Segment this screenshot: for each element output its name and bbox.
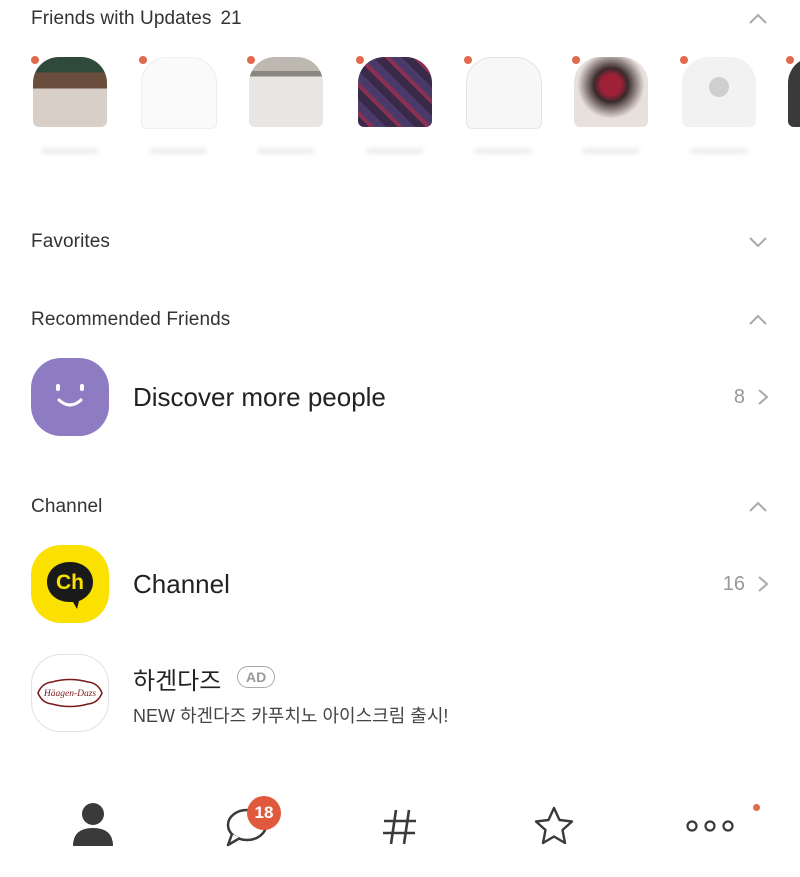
new-update-dot bbox=[464, 56, 472, 64]
ad-badge: AD bbox=[237, 666, 276, 688]
new-update-dot bbox=[139, 56, 147, 64]
update-item[interactable] bbox=[680, 52, 762, 172]
tab-favorites[interactable] bbox=[524, 790, 584, 860]
updates-carousel[interactable] bbox=[0, 52, 800, 192]
update-item[interactable] bbox=[464, 52, 546, 172]
discover-count: 8 bbox=[733, 386, 745, 408]
update-thumbnail bbox=[682, 57, 756, 127]
chevron-up-icon[interactable] bbox=[748, 499, 768, 515]
update-thumbnail bbox=[358, 57, 432, 127]
ad-name: 하겐다즈 bbox=[133, 668, 222, 695]
new-update-dot bbox=[356, 56, 364, 64]
chevron-right-icon bbox=[757, 388, 769, 406]
tab-more[interactable] bbox=[680, 790, 740, 860]
new-update-dot bbox=[247, 56, 255, 64]
tab-hashtag[interactable] bbox=[370, 790, 430, 860]
update-item[interactable] bbox=[572, 52, 654, 172]
favorites-title: Favorites bbox=[31, 231, 111, 252]
chevron-down-icon[interactable] bbox=[748, 234, 768, 250]
channel-label: Channel bbox=[133, 569, 230, 599]
updates-header[interactable]: Friends with Updates 21 bbox=[31, 4, 800, 34]
star-icon bbox=[534, 806, 574, 845]
channel-row[interactable]: Ch Channel 16 bbox=[0, 545, 800, 629]
more-new-dot bbox=[753, 804, 760, 811]
chevron-right-icon bbox=[757, 575, 769, 593]
update-thumbnail bbox=[141, 57, 217, 129]
channel-header[interactable]: Channel bbox=[31, 492, 800, 522]
new-update-dot bbox=[680, 56, 688, 64]
update-item[interactable] bbox=[247, 52, 329, 172]
discover-people-row[interactable]: Discover more people 8 bbox=[0, 358, 800, 442]
chevron-up-icon[interactable] bbox=[748, 11, 768, 27]
ad-description: NEW 하겐다즈 카푸치노 아이스크림 출시! bbox=[133, 706, 449, 726]
haagen-dazs-logo-text: Häagen-Dazs bbox=[43, 689, 97, 699]
discover-label: Discover more people bbox=[133, 382, 386, 412]
update-thumbnail bbox=[788, 57, 800, 127]
recommended-header[interactable]: Recommended Friends bbox=[31, 305, 800, 335]
more-dots-icon bbox=[686, 820, 734, 832]
update-item[interactable] bbox=[31, 52, 113, 172]
new-update-dot bbox=[786, 56, 794, 64]
smiley-face-icon bbox=[31, 358, 109, 436]
channel-title: Channel bbox=[31, 496, 103, 517]
channel-logo-text: Ch bbox=[56, 571, 84, 594]
new-update-dot bbox=[572, 56, 580, 64]
ad-row[interactable]: Häagen-Dazs 하겐다즈 AD NEW 하겐다즈 카푸치노 아이스크림 … bbox=[0, 654, 800, 738]
channel-count: 16 bbox=[722, 573, 745, 595]
channel-logo-icon: Ch bbox=[31, 545, 109, 623]
update-item[interactable] bbox=[356, 52, 438, 172]
update-item[interactable] bbox=[786, 52, 800, 172]
recommended-title: Recommended Friends bbox=[31, 309, 231, 330]
person-icon bbox=[73, 803, 113, 846]
update-item[interactable] bbox=[139, 52, 221, 172]
haagen-dazs-logo-icon: Häagen-Dazs bbox=[31, 654, 109, 732]
update-thumbnail bbox=[33, 57, 107, 127]
updates-count: 21 bbox=[220, 8, 242, 29]
favorites-header[interactable]: Favorites bbox=[31, 227, 800, 257]
update-thumbnail bbox=[249, 57, 323, 127]
updates-title: Friends with Updates bbox=[31, 8, 212, 29]
update-thumbnail bbox=[574, 57, 648, 127]
hashtag-icon bbox=[383, 809, 416, 845]
update-thumbnail bbox=[466, 57, 542, 129]
chevron-up-icon[interactable] bbox=[748, 312, 768, 328]
bottom-tab-bar bbox=[0, 790, 800, 870]
chats-unread-badge: 18 bbox=[247, 796, 281, 830]
new-update-dot bbox=[31, 56, 39, 64]
tab-friends[interactable] bbox=[63, 790, 123, 860]
